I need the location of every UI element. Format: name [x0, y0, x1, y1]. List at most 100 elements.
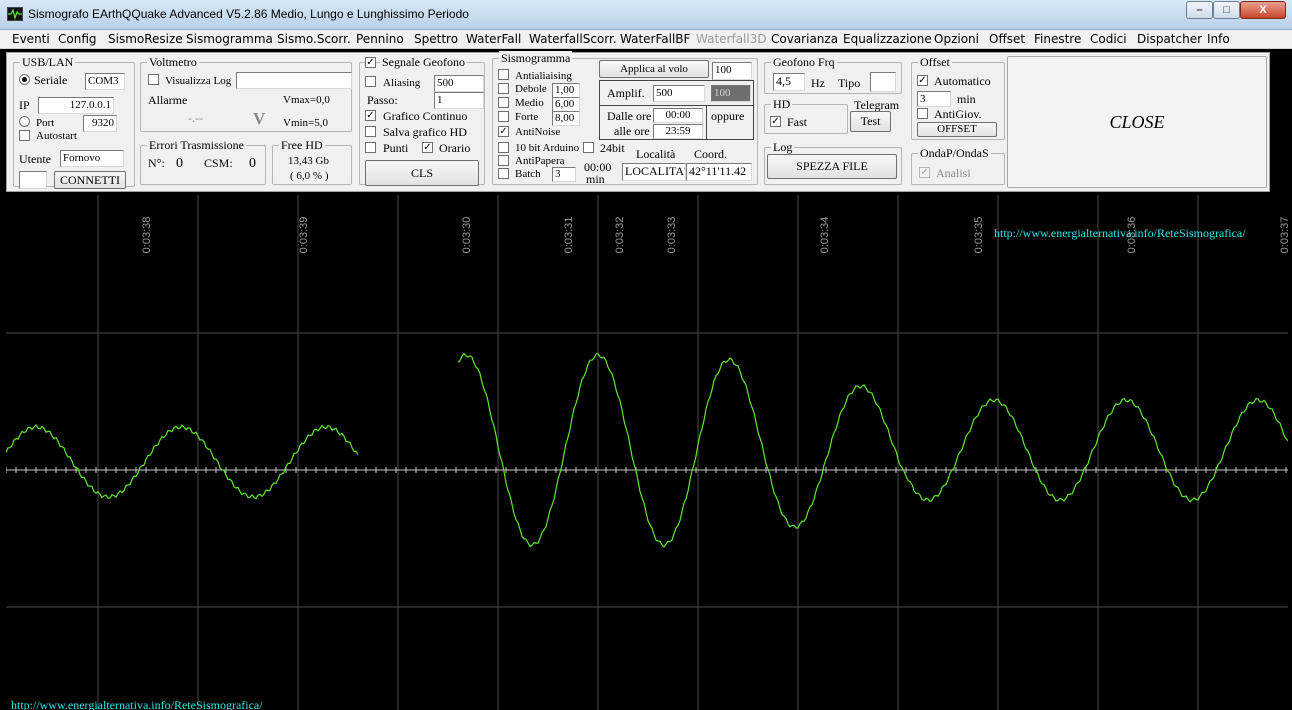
geofono-frq-group: Geofono Frq 4,5 Hz Tipo: [764, 55, 902, 94]
window-title: Sismografo EArthQQuake Advanced V5.2.86 …: [28, 7, 469, 21]
menu-spettro[interactable]: Spettro: [414, 32, 458, 46]
time-label: 0:03:39: [298, 217, 310, 254]
time-label: 0:03:37: [1279, 217, 1288, 254]
fast-label: Fast: [787, 115, 808, 129]
orario-checkbox[interactable]: ✓: [422, 142, 433, 153]
offset-min-field[interactable]: 3: [917, 91, 951, 107]
alle-label: alle ore: [614, 124, 650, 138]
salva-grafico-checkbox[interactable]: [365, 126, 376, 137]
automatico-checkbox[interactable]: ✓: [917, 75, 928, 86]
offset-button[interactable]: OFFSET: [917, 122, 997, 137]
geofono-freq-field[interactable]: 4,5: [773, 73, 805, 91]
punti-checkbox[interactable]: [365, 142, 376, 153]
menu-dispatcher[interactable]: Dispatcher: [1137, 32, 1202, 46]
menu-finestre[interactable]: Finestre: [1034, 32, 1081, 46]
errori-label: Errori Trasmissione: [147, 138, 247, 152]
menu-waterfall-scorr[interactable]: WaterfallScorr.: [529, 32, 617, 46]
orario-label: Orario: [439, 141, 471, 155]
volt-unit: V: [253, 109, 266, 128]
dalle-field[interactable]: 00:00: [653, 108, 703, 123]
menu-pennino[interactable]: Pennino: [356, 32, 404, 46]
utente-field[interactable]: Fornovo: [60, 150, 124, 167]
seriale-radio[interactable]: [19, 74, 30, 85]
free-hd-label: Free HD: [279, 138, 325, 152]
arduino-checkbox[interactable]: [498, 142, 509, 153]
fast-checkbox[interactable]: ✓: [770, 116, 781, 127]
menu-sismoresize[interactable]: SismoResize: [108, 32, 183, 46]
port-field[interactable]: 9320: [83, 115, 117, 132]
antipapera-checkbox[interactable]: [498, 155, 509, 166]
close-window-button[interactable]: X: [1240, 1, 1286, 19]
menu-info[interactable]: Info: [1207, 32, 1230, 46]
medio-field[interactable]: 6,00: [552, 97, 580, 112]
spezza-file-button[interactable]: SPEZZA FILE: [767, 154, 897, 179]
free-hd-percent: ( 6,0 % ): [290, 170, 329, 182]
antinoise-checkbox[interactable]: ✓: [498, 126, 509, 137]
autostart-checkbox[interactable]: [19, 130, 30, 141]
cls-button[interactable]: CLS: [365, 160, 479, 186]
menu-offset[interactable]: Offset: [989, 32, 1025, 46]
forte-checkbox[interactable]: [498, 111, 509, 122]
passo-field[interactable]: 1: [434, 92, 484, 109]
batch-checkbox[interactable]: [498, 168, 509, 179]
menu-equalizzazione[interactable]: Equalizzazione: [843, 32, 932, 46]
amplif-field[interactable]: 500: [653, 85, 705, 102]
control-panel: USB/LAN Seriale COM3 IP 127.0.0.1 Port 9…: [6, 51, 1270, 192]
antialiasing-checkbox[interactable]: [498, 69, 509, 80]
menu-sismo-scorr[interactable]: Sismo.Scorr.: [277, 32, 351, 46]
menu-covarianza[interactable]: Covarianza: [771, 32, 838, 46]
menu-waterfallbf[interactable]: WaterFallBF: [620, 32, 690, 46]
offset-label: Offset: [918, 55, 952, 69]
analisi-checkbox[interactable]: ✓: [919, 167, 930, 178]
debole-checkbox[interactable]: [498, 83, 509, 94]
localita-field[interactable]: LOCALITA': [622, 163, 686, 181]
ip-label: IP: [19, 98, 30, 112]
status-box: [19, 171, 47, 189]
salva-grafico-label: Salva grafico HD: [383, 125, 467, 139]
visualizza-log-label: Visualizza Log: [165, 75, 232, 87]
log-field[interactable]: [236, 72, 352, 89]
connetti-button[interactable]: CONNETTI: [54, 171, 126, 189]
menu-config[interactable]: Config: [58, 32, 97, 46]
test-button[interactable]: Test: [850, 111, 891, 132]
maximize-button[interactable]: □: [1213, 1, 1240, 19]
menu-codici[interactable]: Codici: [1090, 32, 1127, 46]
antigiov-checkbox[interactable]: [917, 108, 928, 119]
time-label: 0:03:30: [461, 217, 473, 254]
voltage-reading: -.--: [188, 111, 203, 125]
aliasing-field[interactable]: 500: [434, 75, 484, 92]
applica-button[interactable]: Applica al volo: [599, 60, 709, 78]
alle-field[interactable]: 23:59: [653, 124, 703, 139]
com-field[interactable]: COM3: [85, 73, 125, 90]
minimize-button[interactable]: –: [1186, 1, 1213, 19]
automatico-label: Automatico: [934, 74, 991, 88]
menu-waterfall[interactable]: WaterFall: [466, 32, 521, 46]
close-button[interactable]: CLOSE: [1007, 56, 1267, 188]
menu-waterfall3d[interactable]: Waterfall3D: [696, 32, 767, 46]
port-radio[interactable]: [19, 116, 30, 127]
tipo-field[interactable]: [870, 72, 896, 92]
ip-field[interactable]: 127.0.0.1: [38, 97, 114, 114]
aliasing-checkbox[interactable]: [365, 76, 376, 87]
menu-sismogramma[interactable]: Sismogramma: [186, 32, 273, 46]
batch-field[interactable]: 3: [552, 167, 576, 182]
punti-label: Punti: [383, 141, 409, 155]
applica-field[interactable]: 100: [712, 62, 752, 80]
log-group: Log SPEZZA FILE: [764, 140, 902, 185]
forte-field[interactable]: 8,00: [552, 111, 580, 126]
segnale-geofono-checkbox[interactable]: ✓: [365, 57, 376, 68]
title-bar[interactable]: Sismografo EArthQQuake Advanced V5.2.86 …: [0, 0, 1292, 30]
url-bottom[interactable]: http://www.energialternativa.info/ReteSi…: [11, 698, 263, 710]
coord-field[interactable]: 42°11'11.42: [686, 163, 752, 181]
voltmetro-group: Voltmetro Visualizza Log Allarme Vmax=0,…: [140, 55, 352, 132]
grafico-continuo-checkbox[interactable]: ✓: [365, 110, 376, 121]
url-top[interactable]: http://www.energialternativa.info/ReteSi…: [994, 226, 1246, 241]
menu-eventi[interactable]: Eventi: [12, 32, 50, 46]
amplif-label: Amplif.: [607, 86, 645, 100]
debole-field[interactable]: 1,00: [552, 83, 580, 98]
visualizza-log-checkbox[interactable]: [148, 74, 159, 85]
medio-checkbox[interactable]: [498, 97, 509, 108]
menu-opzioni[interactable]: Opzioni: [934, 32, 979, 46]
tipo-label: Tipo: [838, 76, 861, 90]
bit24-checkbox[interactable]: [583, 142, 594, 153]
